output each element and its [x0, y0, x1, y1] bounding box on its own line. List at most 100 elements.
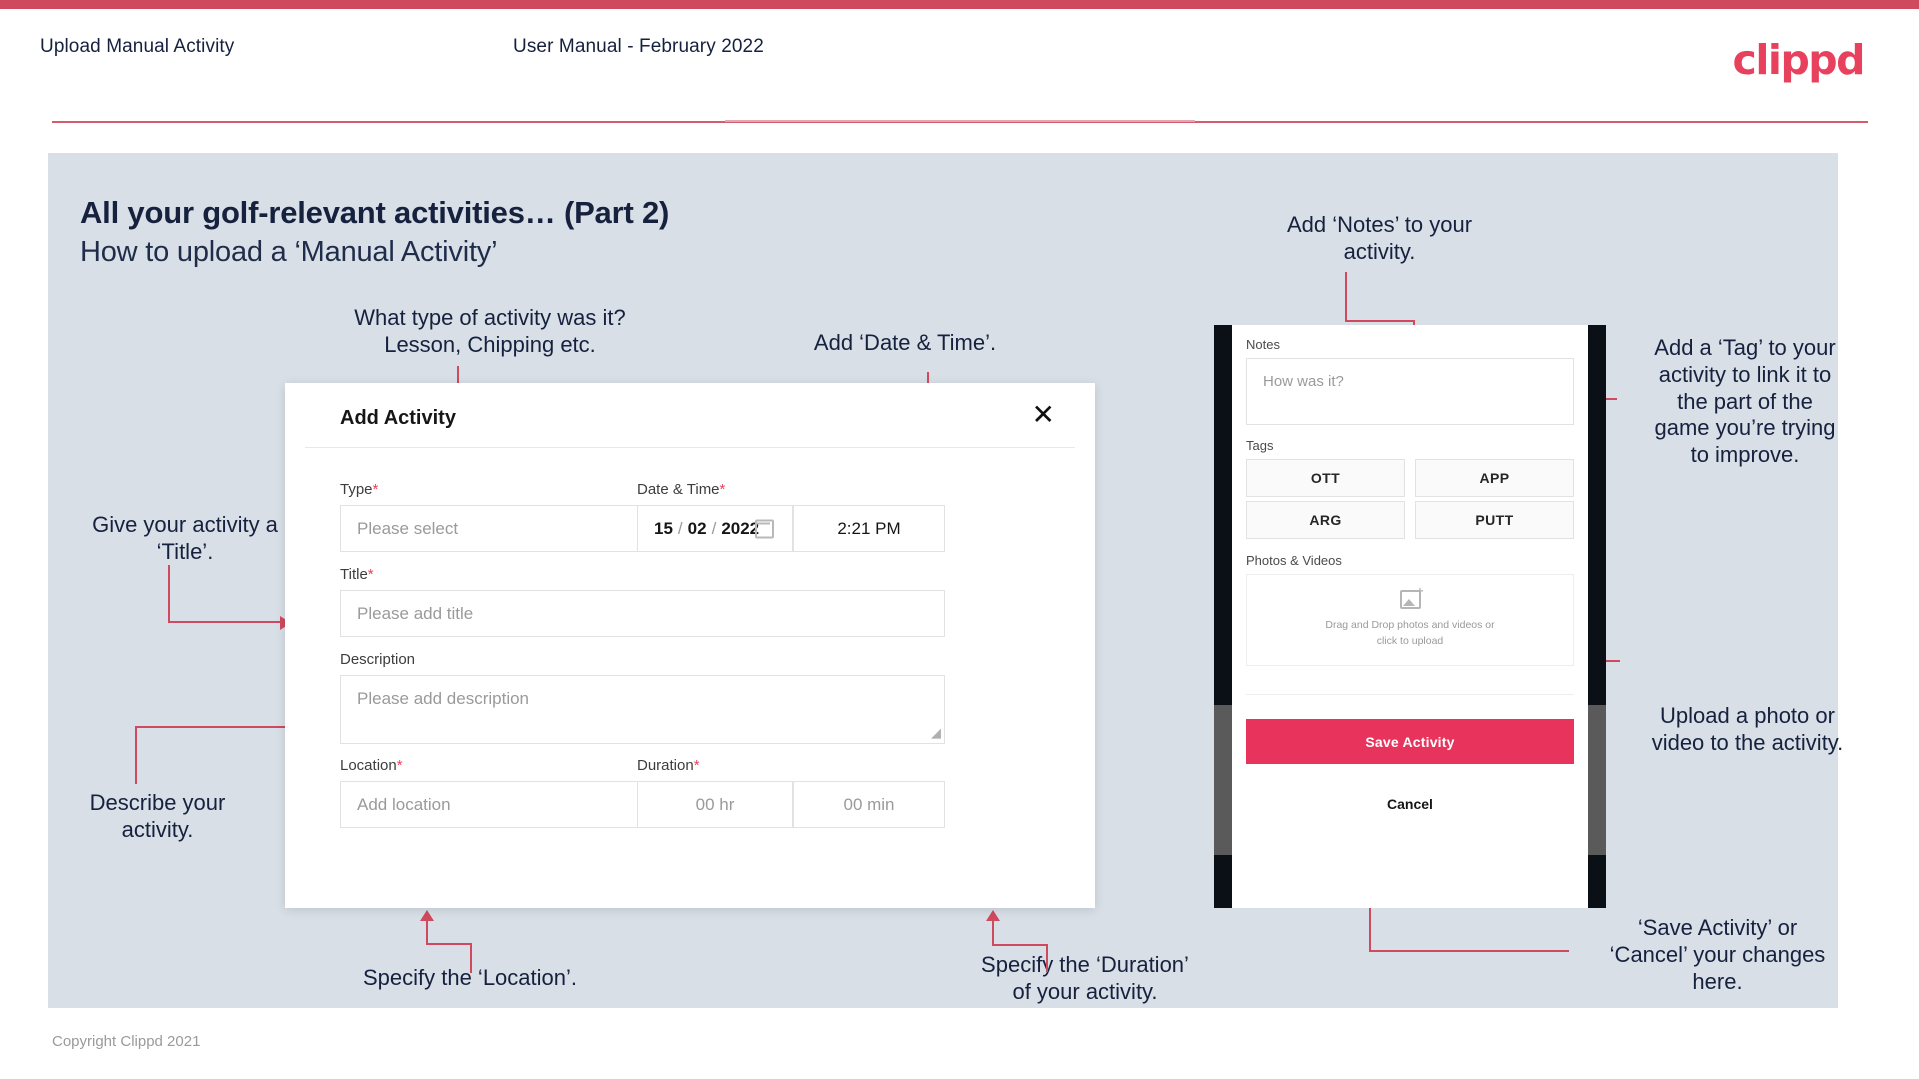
cancel-label: Cancel	[1387, 796, 1433, 812]
description-label-text: Description	[340, 651, 416, 668]
dialog-title: Add Activity	[340, 407, 456, 429]
dropzone-line-1: Drag and Drop photos and videos or	[1325, 619, 1495, 632]
save-activity-button[interactable]: Save Activity	[1246, 719, 1574, 764]
annotation-tags: Add a ‘Tag’ to your activity to link it …	[1654, 335, 1836, 468]
connector-save-h	[1369, 950, 1569, 952]
connector-title-v	[168, 565, 170, 623]
type-label: Type*	[340, 481, 378, 498]
footer-copyright: Copyright Clippd 2021	[52, 1033, 201, 1050]
calendar-icon[interactable]	[755, 519, 774, 538]
annotation-notes: Add ‘Notes’ to your activity.	[1286, 212, 1473, 264]
datetime-required-mark: *	[719, 481, 726, 498]
connector-notes-h	[1345, 320, 1415, 322]
tags-label: Tags	[1246, 438, 1274, 453]
tag-putt-label: PUTT	[1475, 512, 1514, 528]
annotation-type: What type of activity was it? Lesson, Ch…	[354, 305, 626, 357]
manual-version-label: User Manual - February 2022	[513, 36, 764, 57]
duration-minutes-input[interactable]: 00 min	[793, 781, 945, 828]
connector-loc-up	[426, 920, 428, 944]
annotation-save: ‘Save Activity’ or ‘Cancel’ your changes…	[1609, 915, 1826, 994]
time-value: 2:21 PM	[837, 518, 901, 538]
notes-placeholder: How was it?	[1263, 373, 1344, 390]
resize-handle-icon[interactable]: ◢	[931, 725, 941, 741]
date-sep-1: /	[677, 518, 683, 538]
connector-title-h	[168, 621, 282, 623]
description-textarea[interactable]: Please add description ◢	[340, 675, 945, 744]
phone-mockup: Notes How was it? Tags OTT APP ARG PUTT …	[1214, 325, 1606, 908]
date-input[interactable]: 15 / 02 / 2022	[637, 505, 793, 552]
duration-minutes-value: 00 min	[843, 794, 895, 814]
phone-screen: Notes How was it? Tags OTT APP ARG PUTT …	[1232, 325, 1588, 908]
location-required-mark: *	[396, 757, 403, 774]
connector-loc-h	[470, 945, 472, 973]
connector-notes-v	[1345, 272, 1347, 322]
duration-hours-input[interactable]: 00 hr	[637, 781, 793, 828]
phone-divider	[1246, 694, 1574, 695]
connector-desc-v	[135, 726, 137, 784]
description-placeholder: Please add description	[357, 689, 530, 708]
annotation-duration: Specify the ‘Duration’ of your activity.	[981, 952, 1189, 1004]
notes-label: Notes	[1246, 337, 1280, 352]
close-icon[interactable]: ✕	[1032, 401, 1055, 429]
type-placeholder: Please select	[357, 518, 459, 538]
connector-loc-v	[426, 943, 472, 945]
connector-dur-up	[992, 920, 994, 945]
annotation-upload: Upload a photo or video to the activity.	[1651, 703, 1844, 755]
clippd-logo: clippd	[1732, 36, 1866, 84]
location-label-text: Location	[340, 757, 397, 774]
duration-required-mark: *	[693, 757, 700, 774]
image-upload-icon: +	[1399, 585, 1424, 610]
header-divider-highlight	[725, 120, 1195, 122]
tag-arg-label: ARG	[1309, 512, 1342, 528]
description-label: Description	[340, 651, 415, 668]
date-year: 2022	[721, 518, 760, 538]
save-activity-label: Save Activity	[1365, 733, 1455, 750]
title-label-text: Title	[340, 566, 368, 583]
plus-icon: +	[1416, 584, 1424, 599]
phone-bezel-right	[1588, 325, 1606, 908]
slide-subheading: How to upload a ‘Manual Activity’	[80, 236, 498, 268]
date-day: 15	[654, 518, 673, 538]
date-month: 02	[687, 518, 707, 538]
title-required-mark: *	[367, 566, 374, 583]
datetime-label-text: Date & Time	[637, 481, 720, 498]
annotation-description: Describe your activity.	[89, 790, 226, 842]
slide-heading: All your golf-relevant activities… (Part…	[80, 195, 670, 230]
tag-app[interactable]: APP	[1415, 459, 1574, 497]
date-sep-2: /	[711, 518, 717, 538]
duration-label-text: Duration	[637, 757, 694, 774]
location-label: Location*	[340, 757, 403, 774]
duration-label: Duration*	[637, 757, 700, 774]
tag-putt[interactable]: PUTT	[1415, 501, 1574, 539]
title-placeholder: Please add title	[357, 603, 474, 623]
title-input[interactable]: Please add title	[340, 590, 945, 637]
phone-bezel-left-grey	[1214, 705, 1232, 855]
dialog-divider	[305, 447, 1075, 448]
phone-bezel-left	[1214, 325, 1232, 908]
notes-textarea[interactable]: How was it?	[1246, 358, 1574, 425]
tag-ott-label: OTT	[1310, 470, 1341, 486]
connector-dur-arrow	[986, 910, 1000, 921]
phone-bezel-right-grey	[1588, 705, 1606, 855]
annotation-datetime: Add ‘Date & Time’.	[813, 330, 997, 355]
connector-desc-h	[135, 726, 287, 728]
photos-label: Photos & Videos	[1246, 553, 1342, 568]
tag-arg[interactable]: ARG	[1246, 501, 1405, 539]
connector-dur-v	[992, 944, 1048, 946]
location-placeholder: Add location	[357, 794, 451, 814]
connector-loc-arrow	[420, 910, 434, 921]
photo-dropzone[interactable]: + Drag and Drop photos and videos or cli…	[1246, 574, 1574, 666]
page-title: Upload Manual Activity	[40, 36, 235, 57]
datetime-label: Date & Time*	[637, 481, 725, 498]
dropzone-line-2: click to upload	[1376, 635, 1444, 647]
duration-hours-value: 00 hr	[695, 794, 735, 814]
tag-app-label: APP	[1479, 470, 1510, 486]
title-label: Title*	[340, 566, 374, 583]
cancel-button[interactable]: Cancel	[1232, 796, 1588, 812]
tag-ott[interactable]: OTT	[1246, 459, 1405, 497]
time-input[interactable]: 2:21 PM	[793, 505, 945, 552]
type-label-text: Type	[340, 481, 373, 498]
top-accent-bar	[0, 0, 1919, 9]
connector-dur-h	[1046, 946, 1048, 972]
type-required-mark: *	[372, 481, 379, 498]
